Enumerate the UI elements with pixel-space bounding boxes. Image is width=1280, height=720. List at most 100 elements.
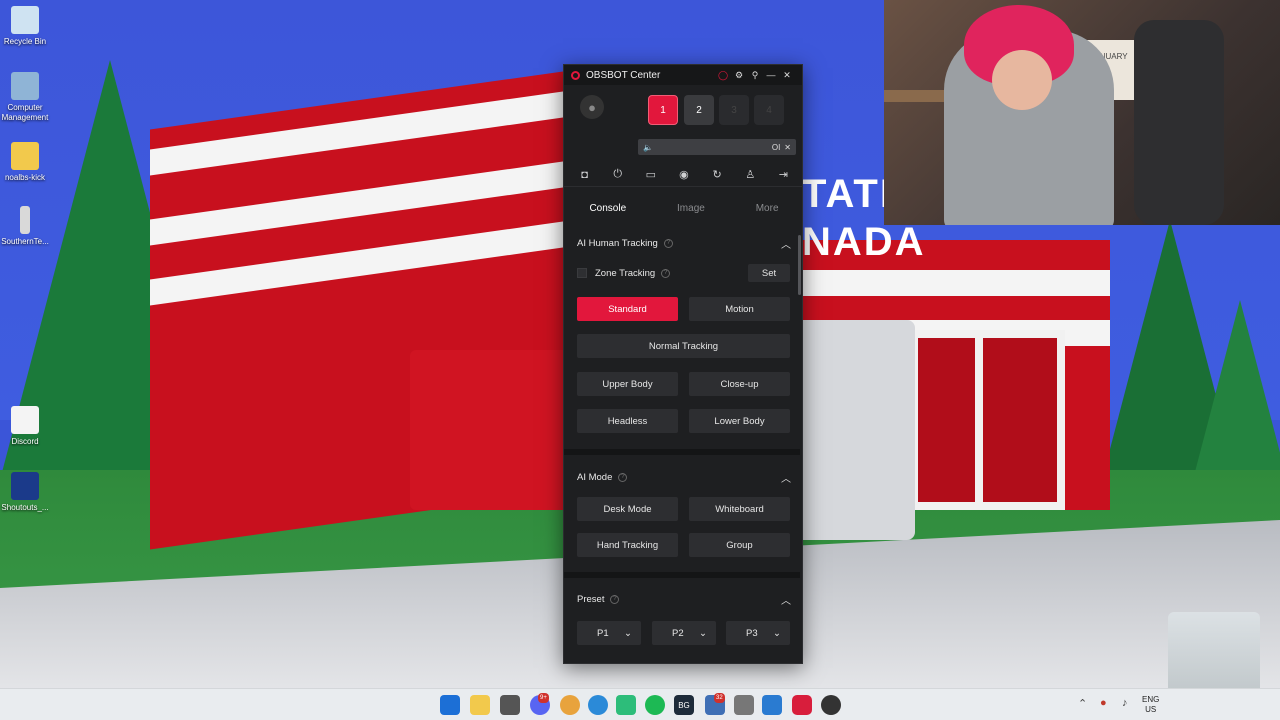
game-icon[interactable]: [734, 695, 754, 715]
preset-p1-dropdown[interactable]: P1 ⌄: [577, 621, 641, 645]
person-icon[interactable]: ♙: [741, 168, 759, 181]
webcam-icon[interactable]: ◉: [675, 168, 693, 181]
desktop-icon-label: Discord: [11, 437, 39, 446]
preset-p3-dropdown[interactable]: P3 ⌄: [726, 621, 790, 645]
zone-set-button[interactable]: Set: [748, 264, 790, 282]
zone-tracking-checkbox[interactable]: [577, 268, 587, 278]
language-indicator[interactable]: ENG US: [1142, 695, 1159, 715]
power-icon[interactable]: ⏻: [609, 168, 627, 181]
device-slot-2[interactable]: 2: [684, 95, 714, 125]
device-slot-1[interactable]: 1: [648, 95, 678, 125]
section-divider: [564, 572, 800, 578]
desktop-icon-label: SouthernTe...: [1, 237, 49, 246]
chevron-up-icon[interactable]: ︿: [781, 592, 791, 607]
exit-icon[interactable]: ⇥: [774, 168, 792, 181]
device-row: ● 1 2 3 4: [564, 85, 802, 135]
chevron-down-icon: ⌄: [773, 627, 781, 639]
user-avatar-icon[interactable]: ●: [580, 95, 604, 119]
file-explorer-icon[interactable]: [470, 695, 490, 715]
tab-image[interactable]: Image: [677, 203, 705, 214]
upper-body-button[interactable]: Upper Body: [577, 372, 678, 396]
preset-label: P3: [746, 627, 758, 639]
whiteboard-button[interactable]: Whiteboard: [689, 497, 790, 521]
preset-label: P1: [597, 627, 609, 639]
help-icon[interactable]: ?: [610, 594, 620, 604]
normal-tracking-button[interactable]: Normal Tracking: [577, 334, 790, 358]
obsbot-logo-icon: [571, 70, 580, 80]
desktop-icon-southernte[interactable]: SouthernTe...: [0, 206, 55, 247]
window-title: OBSBOT Center: [586, 69, 661, 81]
headless-button[interactable]: Headless: [577, 409, 678, 433]
microphone-icon[interactable]: ♪: [1122, 697, 1128, 709]
garage-door: [975, 330, 1065, 510]
spotify-icon[interactable]: [645, 695, 665, 715]
desktop-icon-recycle-bin[interactable]: Recycle Bin: [0, 6, 55, 47]
shoutouts-icon: [11, 472, 39, 500]
close-up-button[interactable]: Close-up: [689, 372, 790, 396]
minimize-button[interactable]: —: [763, 70, 779, 80]
settings-icon[interactable]: ⚙: [731, 70, 747, 81]
zone-tracking-label: Zone Tracking: [595, 267, 656, 279]
preset-p2-dropdown[interactable]: P2 ⌄: [652, 621, 716, 645]
section-preset[interactable]: Preset ? ︿: [577, 591, 791, 607]
refresh-icon[interactable]: ↻: [708, 168, 726, 181]
desktop-icon-discord[interactable]: Discord: [0, 406, 55, 447]
standard-button[interactable]: Standard: [577, 297, 678, 321]
obs-icon[interactable]: [821, 695, 841, 715]
chevron-up-icon[interactable]: ︿: [781, 470, 791, 485]
scrollbar[interactable]: [798, 235, 801, 295]
discord-badge: 9+: [538, 693, 549, 703]
app-icon[interactable]: [616, 695, 636, 715]
volume-label: OI: [771, 142, 781, 152]
section-ai-human-tracking[interactable]: AI Human Tracking ? ︿: [577, 235, 791, 251]
chat-badge: 32: [714, 693, 725, 703]
webcam-overlay: JANUARY: [884, 0, 1280, 225]
desk-mode-button[interactable]: Desk Mode: [577, 497, 678, 521]
record-icon[interactable]: ▭: [642, 168, 660, 181]
section-ai-mode[interactable]: AI Mode ? ︿: [577, 469, 791, 485]
lower-body-button[interactable]: Lower Body: [689, 409, 790, 433]
chrome-icon[interactable]: [560, 695, 580, 715]
folder-icon: [11, 142, 39, 170]
desktop-icon-noalbs-kick[interactable]: noalbs-kick: [0, 142, 55, 183]
help-icon[interactable]: ?: [663, 238, 673, 248]
tab-bar: Console Image More: [564, 195, 802, 221]
section-divider: [564, 449, 800, 455]
fire-truck-front: [795, 320, 915, 540]
desktop-icon-label: Computer Management: [1, 103, 49, 122]
chevron-up-icon[interactable]: ⌃: [1078, 697, 1087, 710]
streamer-face: [992, 50, 1052, 110]
pin-icon[interactable]: ⚲: [747, 70, 763, 81]
tab-more[interactable]: More: [756, 203, 779, 214]
tray-app-icon[interactable]: ●: [1100, 697, 1107, 709]
obsbot-taskbar-icon[interactable]: [792, 695, 812, 715]
gaming-chair: [1134, 20, 1224, 225]
desktop-icon-computer-management[interactable]: Computer Management: [0, 72, 55, 123]
chevron-up-icon[interactable]: ︿: [781, 236, 791, 251]
hand-tracking-button[interactable]: Hand Tracking: [577, 533, 678, 557]
bg-app-icon[interactable]: BG: [674, 695, 694, 715]
volume-close-icon[interactable]: ✕: [784, 143, 791, 152]
help-icon[interactable]: ?: [618, 472, 628, 482]
store-icon[interactable]: [500, 695, 520, 715]
start-icon[interactable]: [440, 695, 460, 715]
tab-console[interactable]: Console: [589, 203, 626, 214]
section-title: Preset: [577, 593, 605, 605]
motion-button[interactable]: Motion: [689, 297, 790, 321]
record-indicator-icon[interactable]: ◯: [715, 70, 731, 81]
chevron-down-icon: ⌄: [624, 627, 632, 639]
title-bar[interactable]: OBSBOT Center ◯ ⚙ ⚲ — ✕: [564, 65, 802, 85]
mail-icon[interactable]: [762, 695, 782, 715]
device-slot-3[interactable]: 3: [719, 95, 749, 125]
edge-icon[interactable]: [588, 695, 608, 715]
taskbar: 9+ BG 32 ⌃ ● ♪ ENG US: [0, 688, 1280, 720]
close-button[interactable]: ✕: [779, 70, 795, 81]
device-slot-4[interactable]: 4: [754, 95, 784, 125]
file-icon: [20, 206, 30, 234]
volume-bar[interactable]: 🔈 OI ✕: [638, 139, 796, 155]
camera-icon[interactable]: ◘: [576, 169, 594, 181]
group-button[interactable]: Group: [689, 533, 790, 557]
desktop-icon-shoutouts[interactable]: Shoutouts_...: [0, 472, 55, 513]
desktop-icon-label: Shoutouts_...: [1, 503, 49, 512]
help-icon[interactable]: ?: [661, 268, 671, 278]
